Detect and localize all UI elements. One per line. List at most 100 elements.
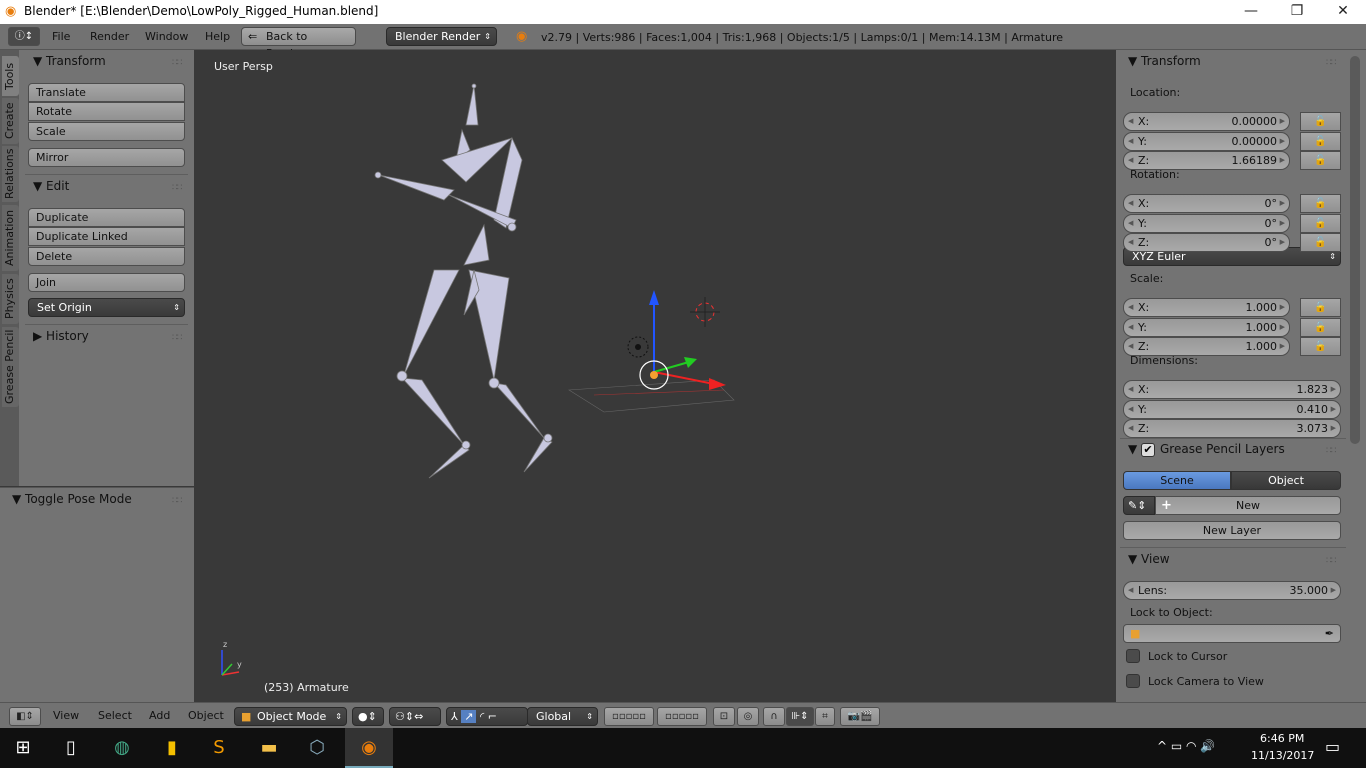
lock-icon[interactable]: 🔓	[1300, 194, 1341, 213]
duplicate-linked-button[interactable]: Duplicate Linked	[28, 227, 185, 246]
lock-icon[interactable]: 🔓	[1300, 233, 1341, 252]
transform-panel-header[interactable]: ▼ Transform	[33, 54, 106, 68]
blender-taskbar-icon[interactable]: ◉	[345, 728, 393, 768]
lock-icon[interactable]: 🔓	[1300, 317, 1341, 337]
tab-grease-pencil[interactable]: Grease Pencil	[2, 327, 19, 407]
tab-animation[interactable]: Animation	[2, 205, 19, 271]
lock-icon[interactable]: 🔓	[1300, 298, 1341, 317]
grease-pencil-panel-header[interactable]: ▼	[1128, 442, 1137, 456]
location-x-field[interactable]: ◀ X: 0.00000 ▶	[1123, 112, 1290, 131]
viewport-shading-select[interactable]: ●⇕	[352, 707, 384, 726]
translate-button[interactable]: Translate	[28, 83, 185, 102]
lock-icon[interactable]: 🔓	[1300, 337, 1341, 356]
task-view-icon[interactable]: ▯	[48, 728, 94, 768]
set-origin-select[interactable]: Set Origin ⇕	[28, 298, 185, 317]
proportional-edit-icon[interactable]: ◎	[737, 707, 759, 726]
clock-date[interactable]: 11/13/2017	[1251, 749, 1314, 762]
snap-element-select[interactable]: ⊪⇕	[786, 707, 814, 726]
snap-target-icon[interactable]: ⌗	[815, 707, 835, 726]
keep-icon[interactable]: ▮	[149, 728, 195, 768]
increment-arrow[interactable]: ▶	[1331, 401, 1336, 418]
increment-arrow[interactable]: ▶	[1280, 195, 1285, 212]
increment-arrow[interactable]: ▶	[1280, 319, 1285, 336]
decrement-arrow[interactable]: ◀	[1128, 381, 1133, 398]
decrement-arrow[interactable]: ◀	[1128, 152, 1133, 169]
dimensions-z-field[interactable]: ◀ Z: 3.073 ▶	[1123, 419, 1341, 438]
scale-y-field[interactable]: ◀ Y: 1.000 ▶	[1123, 317, 1290, 337]
back-to-previous-button[interactable]: ⇐Back to Previous	[241, 27, 356, 60]
lock-icon[interactable]: 🔓	[1300, 131, 1341, 151]
grip-icon[interactable]: ∷∷	[172, 496, 183, 506]
sublime-icon[interactable]: S	[196, 728, 242, 768]
decrement-arrow[interactable]: ◀	[1128, 234, 1133, 251]
grip-icon[interactable]: ∷∷	[172, 333, 183, 343]
scene-toggle[interactable]: Scene	[1123, 471, 1231, 490]
increment-arrow[interactable]: ▶	[1280, 113, 1285, 130]
decrement-arrow[interactable]: ◀	[1128, 401, 1133, 418]
snap-icon[interactable]: ∩	[763, 707, 785, 726]
grip-icon[interactable]: ∷∷	[172, 58, 183, 68]
increment-arrow[interactable]: ▶	[1280, 133, 1285, 150]
chrome-icon[interactable]: ◍	[99, 728, 145, 768]
menu-object[interactable]: Object	[188, 709, 224, 722]
toggle-pose-mode-header[interactable]: ▼ Toggle Pose Mode	[12, 492, 132, 506]
menu-file[interactable]: File	[52, 30, 70, 43]
increment-arrow[interactable]: ▶	[1280, 338, 1285, 355]
decrement-arrow[interactable]: ◀	[1128, 420, 1133, 437]
location-z-field[interactable]: ◀ Z: 1.66189 ▶	[1123, 151, 1290, 170]
increment-arrow[interactable]: ▶	[1280, 299, 1285, 316]
layers-grid-2[interactable]: ▫▫▫▫▫	[657, 707, 707, 726]
lock-camera-checkbox[interactable]	[1126, 674, 1140, 688]
menu-select[interactable]: Select	[98, 709, 132, 722]
decrement-arrow[interactable]: ◀	[1128, 195, 1133, 212]
layers-grid-1[interactable]: ▫▫▫▫▫	[604, 707, 654, 726]
editor-type-3d-icon[interactable]: ◧⇕	[9, 707, 41, 726]
decrement-arrow[interactable]: ◀	[1128, 319, 1133, 336]
edit-panel-header[interactable]: ▼ Edit	[33, 179, 69, 193]
decrement-arrow[interactable]: ◀	[1128, 299, 1133, 316]
windows-start-icon[interactable]: ⊞	[0, 728, 46, 768]
object-toggle[interactable]: Object	[1231, 471, 1341, 490]
menu-window[interactable]: Window	[145, 30, 188, 43]
menu-help[interactable]: Help	[205, 30, 230, 43]
grip-icon[interactable]: ∷∷	[1326, 446, 1337, 456]
lock-icon[interactable]: 🔓	[1300, 112, 1341, 131]
new-layer-button[interactable]: New Layer	[1123, 521, 1341, 540]
scrollbar[interactable]	[1350, 56, 1360, 444]
maximize-button[interactable]: ❐	[1274, 0, 1320, 24]
pivot-select[interactable]: ⚇⇕⇔	[389, 707, 441, 726]
lock-icon[interactable]: 🔓	[1300, 151, 1341, 170]
tab-create[interactable]: Create	[2, 98, 19, 144]
lock-layers-icon[interactable]: ⊡	[713, 707, 735, 726]
editor-type-info-icon[interactable]: ⓘ↕	[8, 27, 40, 46]
rotation-x-field[interactable]: ◀ X: 0° ▶	[1123, 194, 1290, 213]
delete-button[interactable]: Delete	[28, 247, 185, 266]
grip-icon[interactable]: ∷∷	[1326, 556, 1337, 566]
rotation-y-field[interactable]: ◀ Y: 0° ▶	[1123, 213, 1290, 233]
lock-to-cursor-checkbox[interactable]	[1126, 649, 1140, 663]
dimensions-x-field[interactable]: ◀ X: 1.823 ▶	[1123, 380, 1341, 399]
lens-field[interactable]: ◀ Lens: 35.000 ▶	[1123, 581, 1341, 600]
scale-x-field[interactable]: ◀ X: 1.000 ▶	[1123, 298, 1290, 317]
rotation-z-field[interactable]: ◀ Z: 0° ▶	[1123, 233, 1290, 252]
manipulator-buttons[interactable]: ⅄ ↗ ◜ ⌐	[446, 707, 528, 726]
menu-add[interactable]: Add	[149, 709, 170, 722]
pencil-icon[interactable]: ✎⇕	[1123, 496, 1155, 515]
tab-tools[interactable]: Tools	[2, 56, 19, 96]
increment-arrow[interactable]: ▶	[1280, 215, 1285, 232]
dimensions-y-field[interactable]: ◀ Y: 0.410 ▶	[1123, 399, 1341, 419]
history-panel-header[interactable]: ▶ History	[33, 329, 89, 343]
tray-icons[interactable]: ^ ▭ ◠ 🔊	[1157, 739, 1215, 753]
increment-arrow[interactable]: ▶	[1331, 381, 1336, 398]
decrement-arrow[interactable]: ◀	[1128, 133, 1133, 150]
grip-icon[interactable]: ∷∷	[1326, 58, 1337, 68]
rotate-button[interactable]: Rotate	[28, 102, 185, 121]
scale-button[interactable]: Scale	[28, 122, 185, 141]
tab-physics[interactable]: Physics	[2, 274, 19, 324]
scale-z-field[interactable]: ◀ Z: 1.000 ▶	[1123, 337, 1290, 356]
render-buttons[interactable]: 📷🎬	[840, 707, 880, 726]
file-explorer-icon[interactable]: ▬	[246, 728, 292, 768]
clock-time[interactable]: 6:46 PM	[1260, 732, 1304, 745]
lock-icon[interactable]: 🔓	[1300, 213, 1341, 233]
mode-select[interactable]: ■ Object Mode ⇕	[234, 707, 347, 726]
